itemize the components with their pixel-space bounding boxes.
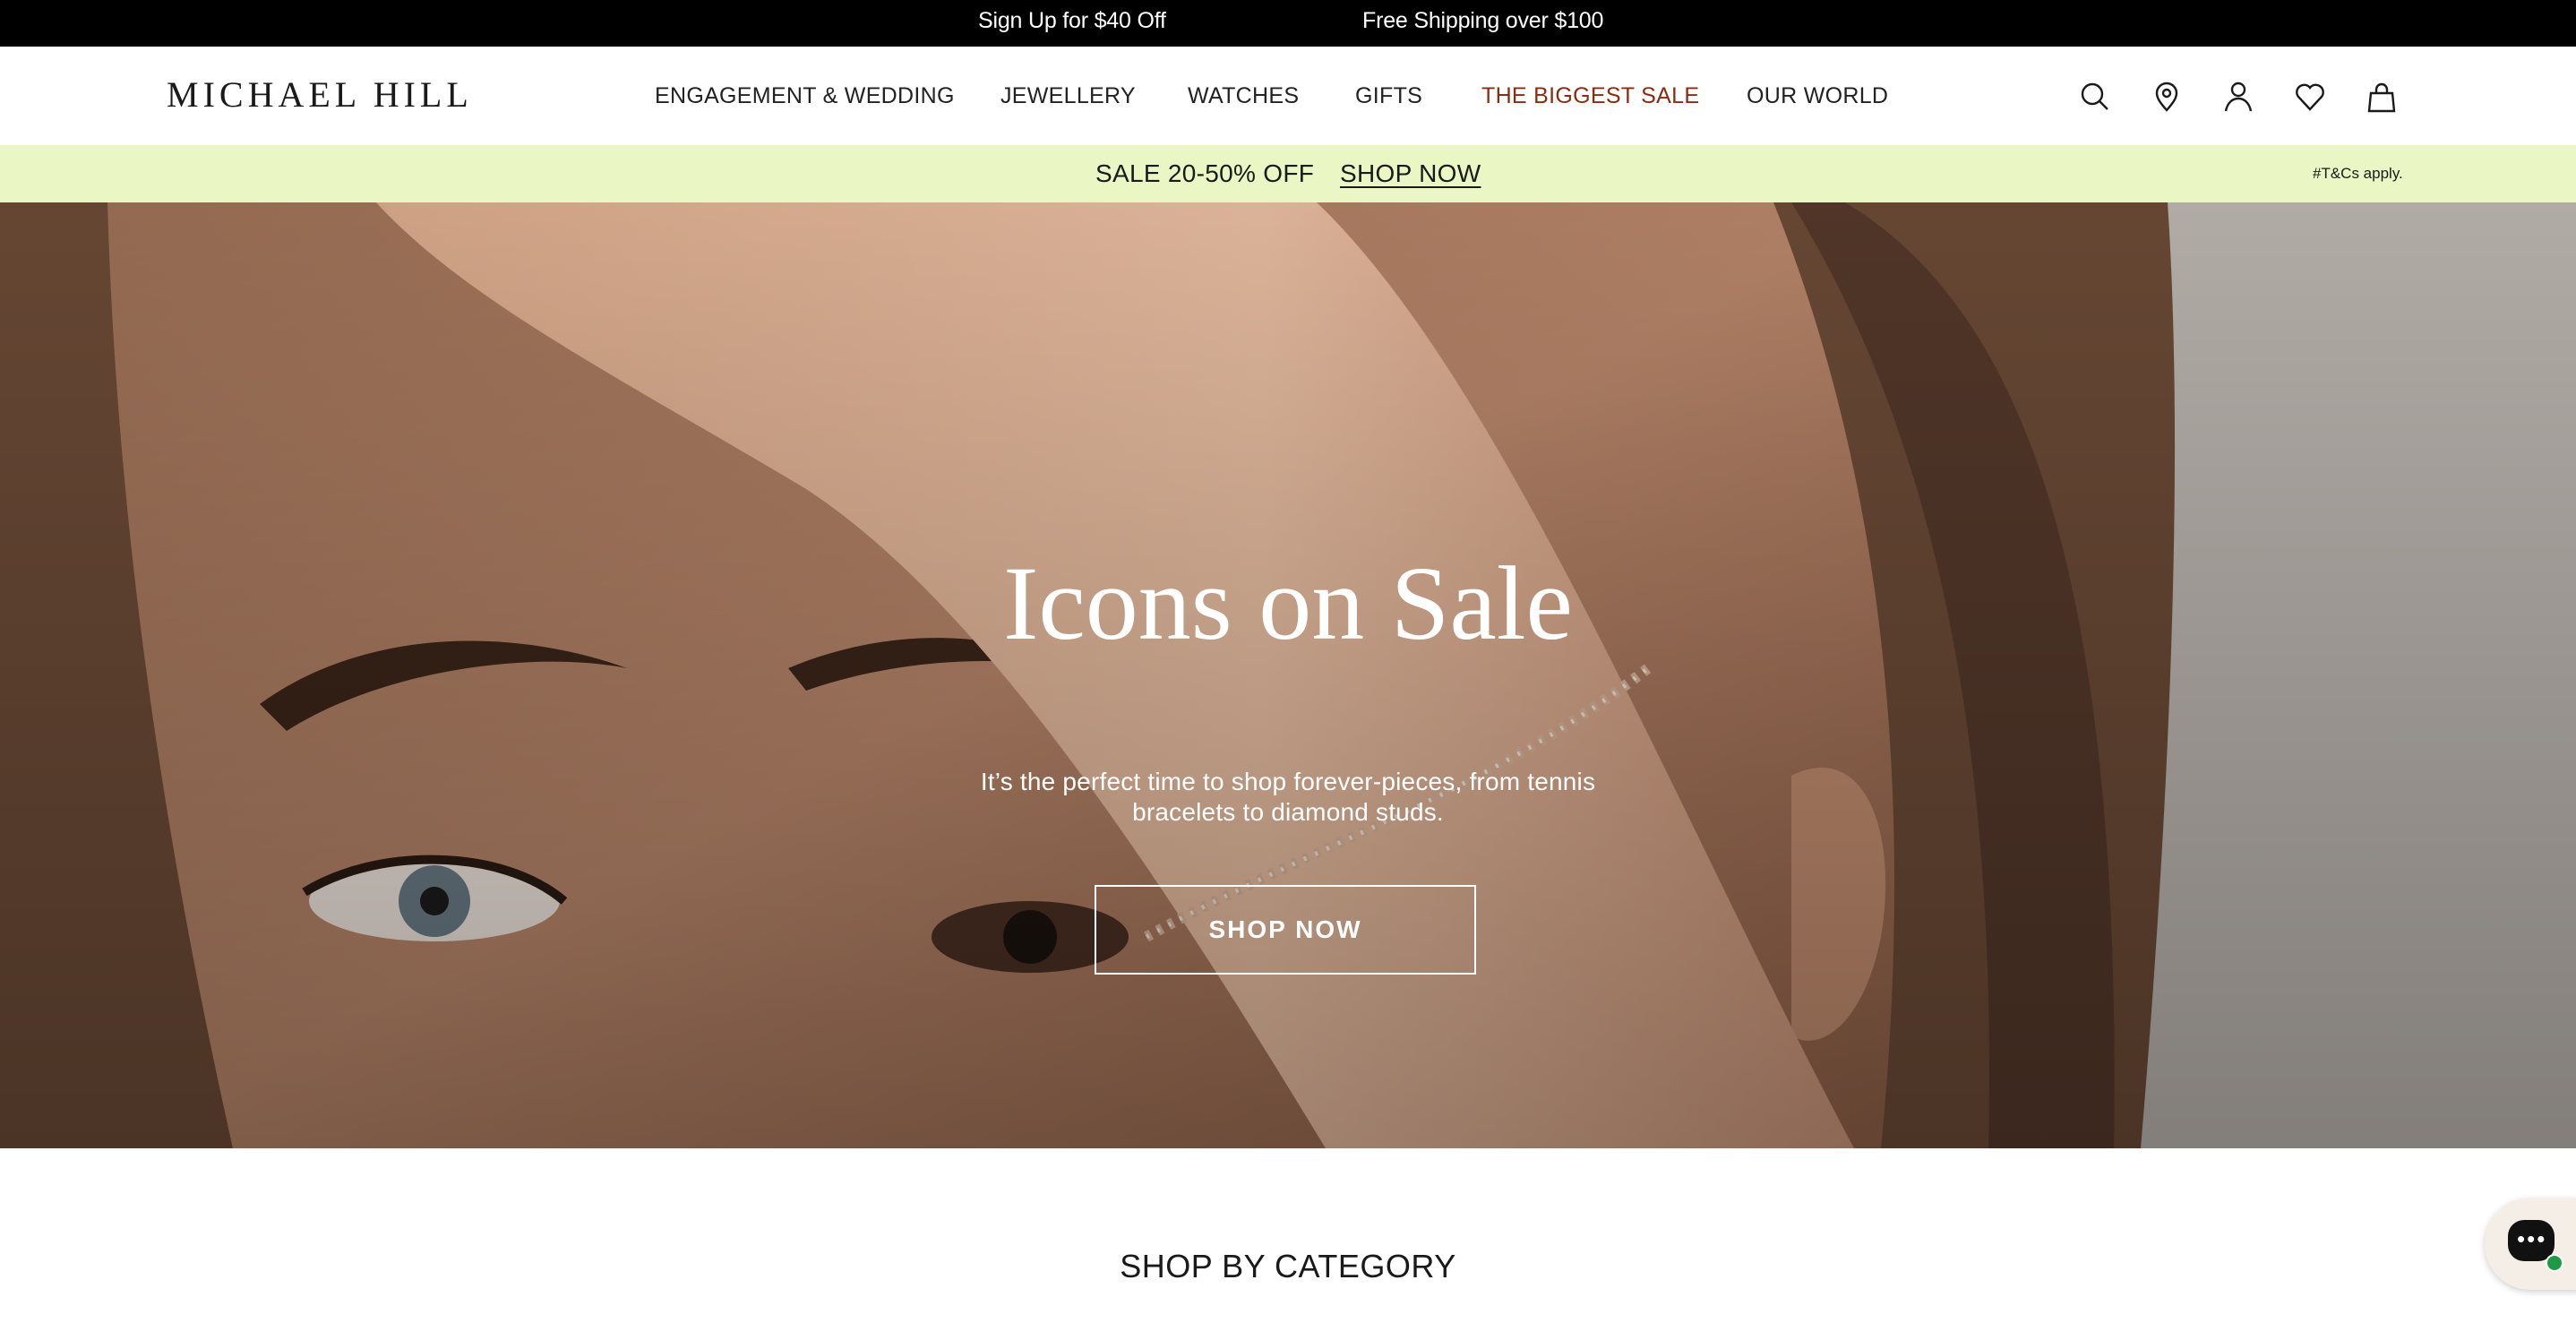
search-icon[interactable] <box>2077 79 2113 115</box>
wishlist-heart-icon[interactable] <box>2292 79 2328 115</box>
sale-promo-strip: SALE 20-50% OFF SHOP NOW #T&Cs apply. <box>0 145 2576 202</box>
promo-shop-now-link[interactable]: SHOP NOW <box>1340 145 1481 202</box>
nav-our-world[interactable]: OUR WORLD <box>1747 47 1888 145</box>
nav-gifts[interactable]: GIFTS <box>1355 47 1422 145</box>
announcement-bar: Sign Up for $40 Off Free Shipping over $… <box>0 0 2576 47</box>
promo-text: SALE 20-50% OFF <box>1095 159 1315 187</box>
logo[interactable]: MICHAEL HILL <box>167 73 473 116</box>
nav-watches[interactable]: WATCHES <box>1188 47 1299 145</box>
online-status-dot <box>2546 1254 2563 1272</box>
nav-engagement-wedding[interactable]: ENGAGEMENT & WEDDING <box>655 47 955 145</box>
hero-subtitle: It’s the perfect time to shop forever-pi… <box>980 768 1596 826</box>
location-pin-icon[interactable] <box>2149 79 2185 115</box>
shopping-bag-icon[interactable] <box>2364 79 2400 115</box>
terms-note[interactable]: #T&Cs apply. <box>2313 145 2403 202</box>
shop-by-category-heading: SHOP BY CATEGORY <box>1120 1248 1456 1284</box>
chat-widget-button[interactable]: ••• <box>2485 1198 2576 1290</box>
signup-offer-link[interactable]: Sign Up for $40 Off <box>978 0 1166 47</box>
account-icon[interactable] <box>2220 79 2256 115</box>
nav-biggest-sale[interactable]: THE BIGGEST SALE <box>1481 47 1699 145</box>
site-header: MICHAEL HILL ENGAGEMENT & WEDDING JEWELL… <box>0 47 2576 145</box>
free-shipping-message[interactable]: Free Shipping over $100 <box>1362 0 1603 47</box>
hero-banner: Icons on Sale It’s the perfect time to s… <box>0 202 2576 1148</box>
nav-jewellery[interactable]: JEWELLERY <box>1000 47 1136 145</box>
chat-dots: ••• <box>2517 1225 2547 1252</box>
hero-photo <box>0 202 2576 1148</box>
hero-shop-now-button[interactable]: SHOP NOW <box>1095 885 1476 975</box>
hero-title: Icons on Sale <box>1003 545 1573 662</box>
